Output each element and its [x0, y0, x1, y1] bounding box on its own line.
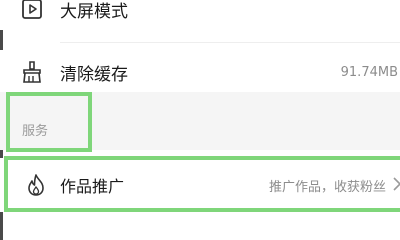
chevron-right-icon: [392, 176, 400, 195]
play-square-icon: [20, 0, 44, 21]
flame-icon: [24, 173, 48, 197]
big-screen-mode-label: 大屏模式: [60, 1, 128, 22]
services-section-title: 服务: [22, 124, 49, 139]
clear-cache-row[interactable]: 清除缓存 91.74MB: [0, 50, 400, 94]
clear-cache-label: 清除缓存: [60, 64, 128, 85]
big-screen-mode-row[interactable]: 大屏模式: [0, 0, 400, 30]
services-section-header: 服务: [0, 92, 400, 150]
cache-size-value: 91.74MB: [340, 64, 398, 80]
broom-icon: [20, 60, 44, 84]
promotion-label: 作品推广: [60, 177, 125, 196]
promotion-description: 推广作品，收获粉丝: [268, 179, 386, 195]
divider: [60, 42, 400, 43]
promotion-row[interactable]: 作品推广 推广作品，收获粉丝: [0, 158, 400, 212]
